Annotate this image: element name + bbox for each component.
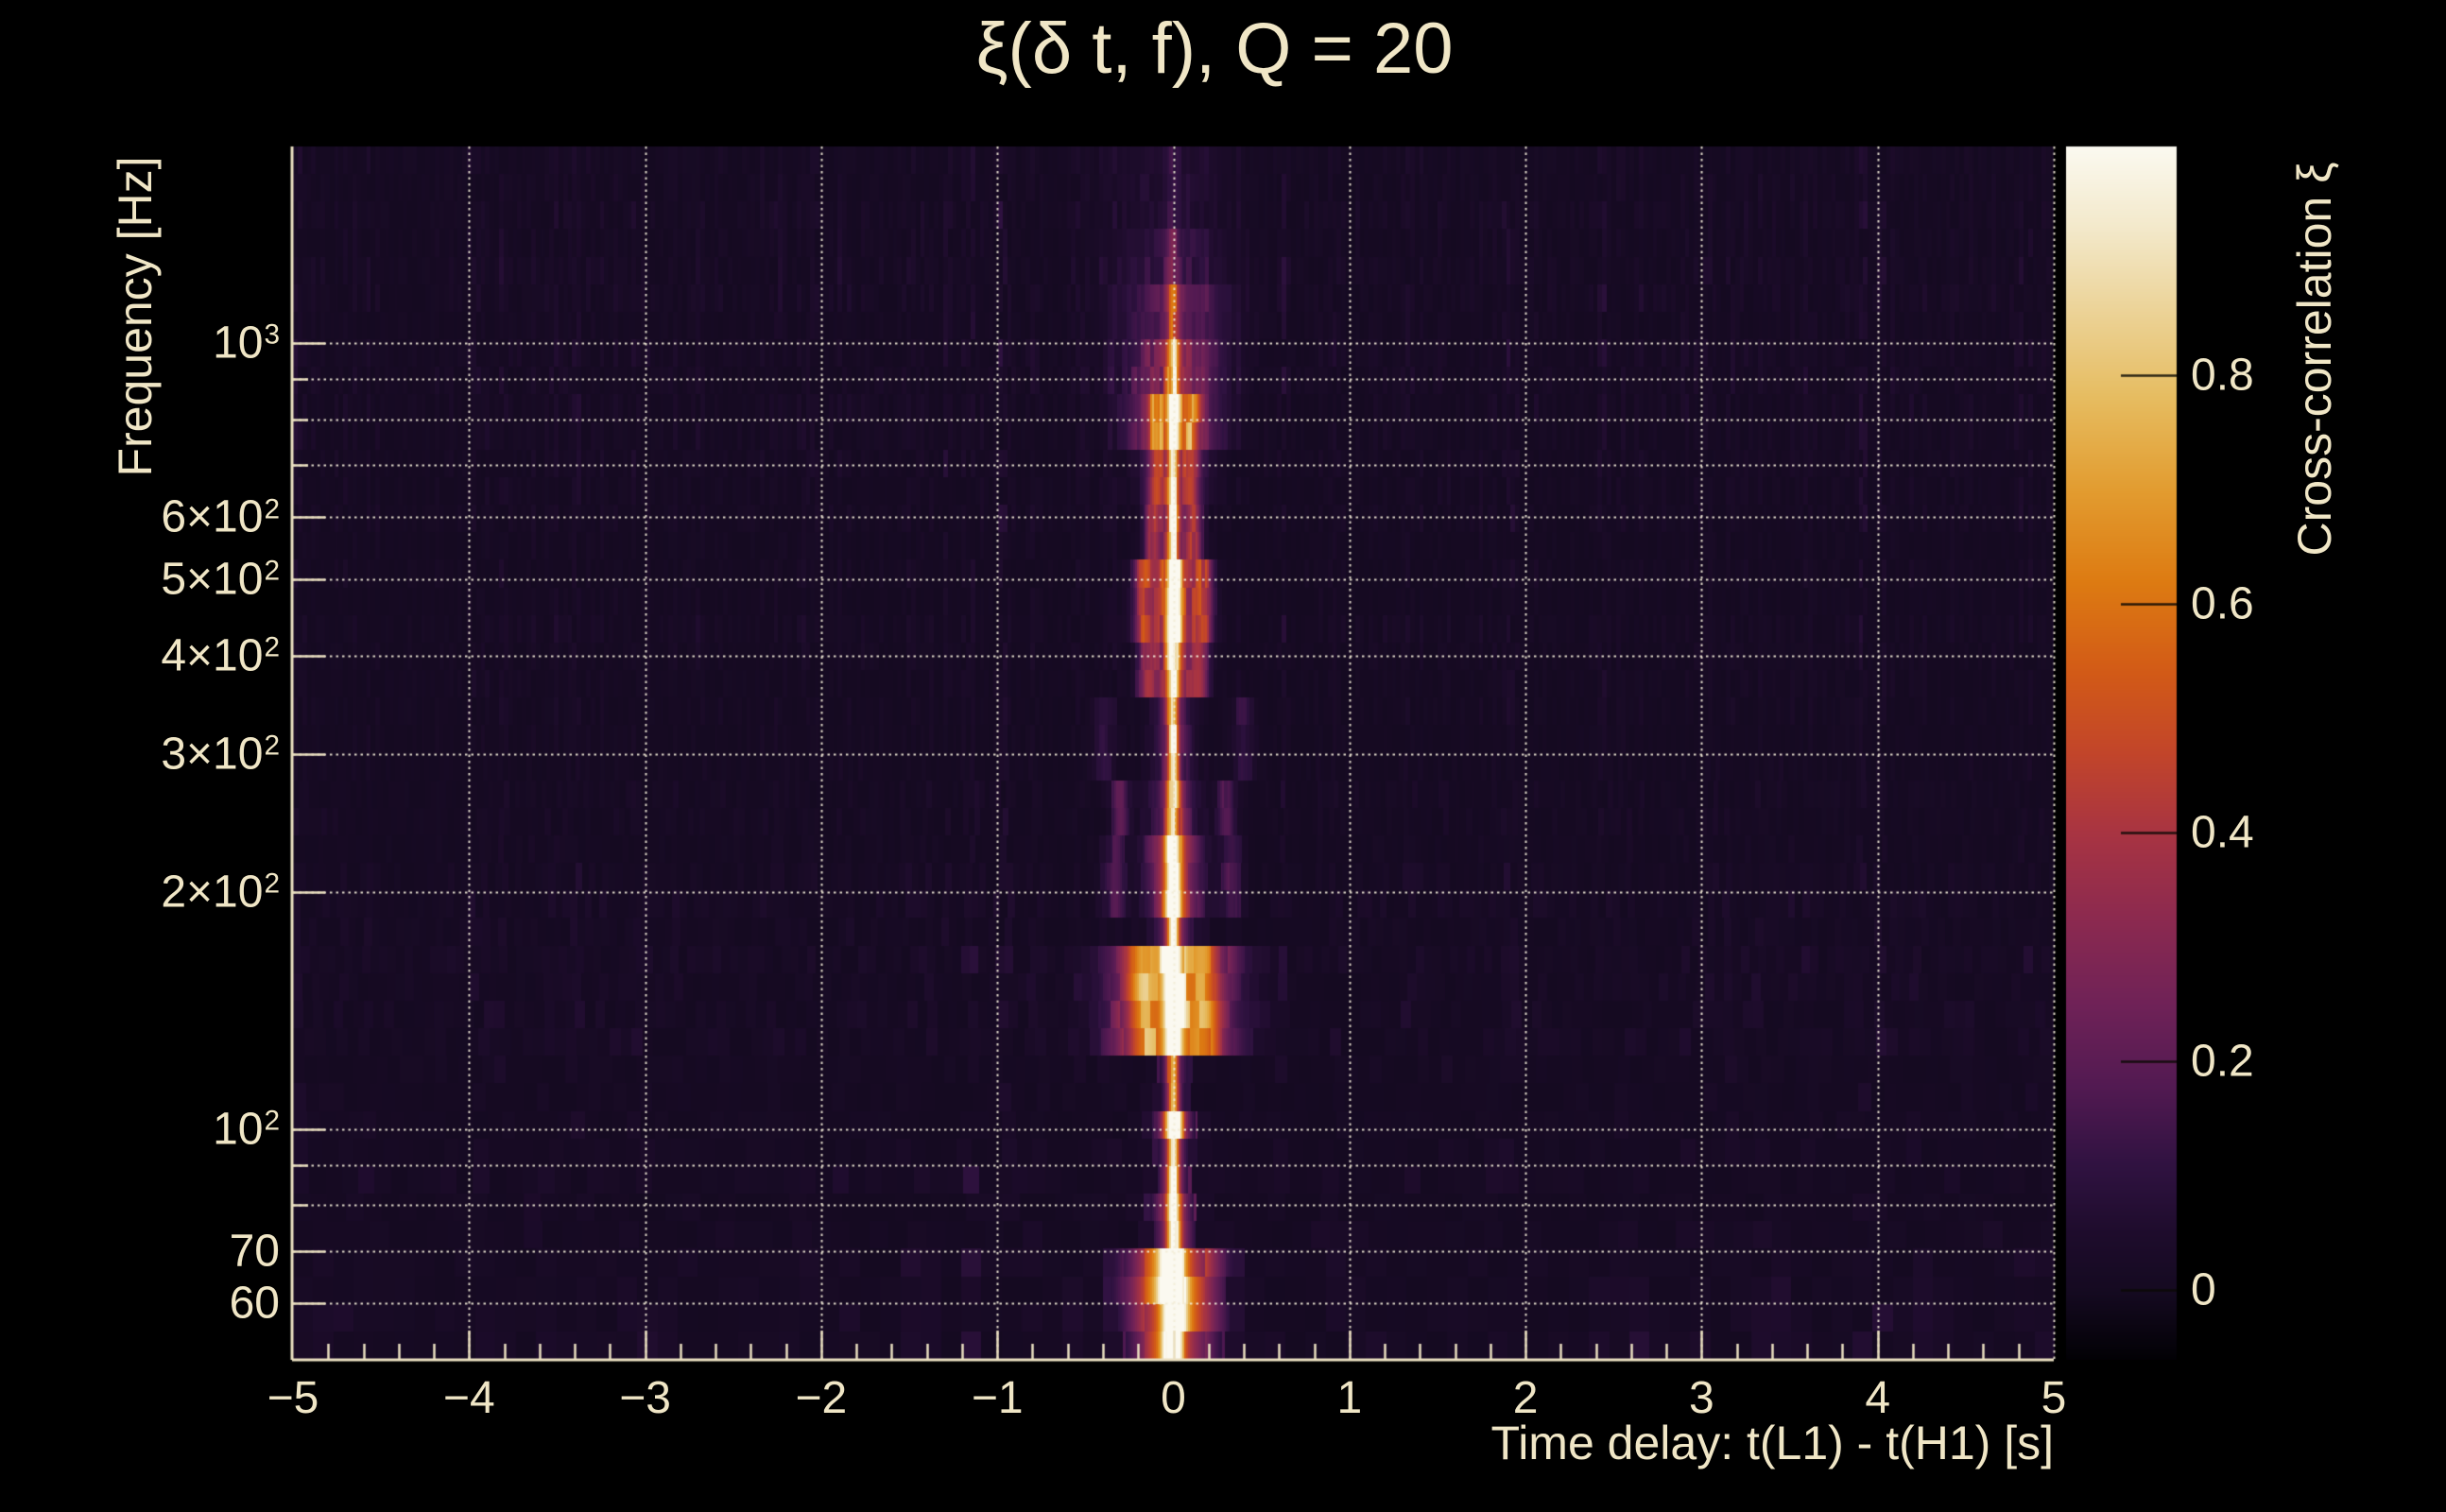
x-tick-label: −2 (795, 1373, 848, 1423)
colorbar-tick-label: 0.4 (2191, 807, 2254, 858)
x-tick-label: 2 (1512, 1373, 1539, 1423)
heatmap-canvas (0, 0, 2446, 1512)
x-tick-label: −1 (971, 1373, 1024, 1423)
x-tick-label: −5 (267, 1373, 319, 1423)
y-axis-title: Frequency [Hz] (109, 156, 162, 477)
x-tick-label: 3 (1689, 1373, 1714, 1423)
colorbar-tick-label: 0 (2191, 1264, 2216, 1315)
plot-title: ξ(δ t, f), Q = 20 (975, 9, 1454, 89)
y-tick-label: 70 (229, 1226, 280, 1277)
y-tick-label: 103 (213, 318, 280, 369)
qscan-figure: ξ(δ t, f), Q = 20 Frequency [Hz] Time de… (0, 0, 2446, 1512)
x-axis-title: Time delay: t(L1) - t(H1) [s] (1490, 1417, 2054, 1469)
x-tick-label: 1 (1336, 1373, 1363, 1423)
y-tick-label: 102 (213, 1104, 280, 1155)
y-tick-label: 2×102 (161, 867, 280, 918)
x-tick-label: −3 (619, 1373, 671, 1423)
colorbar-title: Cross-correlation ξ (2288, 162, 2341, 557)
y-tick-label: 6×102 (161, 491, 280, 542)
x-tick-label: 4 (1865, 1373, 1891, 1423)
colorbar-tick-label: 0.2 (2191, 1036, 2254, 1087)
y-tick-label: 60 (229, 1278, 280, 1329)
x-tick-label: 0 (1161, 1373, 1186, 1423)
y-tick-label: 4×102 (161, 630, 280, 681)
x-tick-label: 5 (2041, 1373, 2067, 1423)
x-tick-label: −4 (442, 1373, 495, 1423)
colorbar-tick-label: 0.8 (2191, 350, 2254, 401)
y-tick-label: 5×102 (161, 554, 280, 605)
colorbar-tick-label: 0.6 (2191, 578, 2254, 629)
y-tick-label: 3×102 (161, 729, 280, 780)
